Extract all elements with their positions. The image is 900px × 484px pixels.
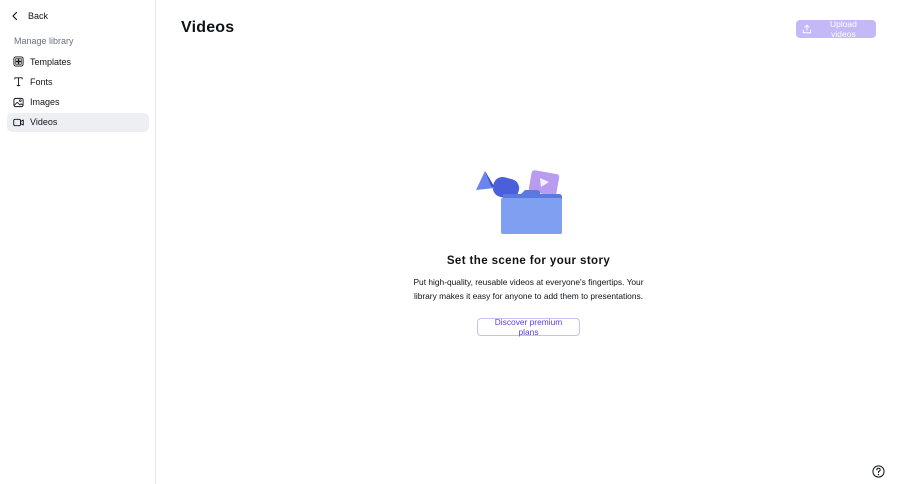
empty-state-description: Put high-quality, reusable videos at eve…	[413, 277, 644, 301]
sidebar-item-label: Videos	[30, 117, 58, 128]
folder-illustration	[501, 190, 562, 234]
main-content: Videos Upload videos Set the scene for y…	[157, 0, 900, 484]
help-icon[interactable]	[872, 465, 885, 478]
chevron-left-icon	[12, 11, 18, 21]
back-label: Back	[28, 11, 49, 21]
page-title: Videos	[181, 19, 235, 36]
video-folder-illustration	[476, 170, 562, 234]
sidebar-item-images[interactable]: Images	[7, 93, 149, 112]
templates-icon	[13, 56, 24, 67]
sidebar-item-templates[interactable]: Templates	[7, 52, 149, 71]
upload-videos-button[interactable]: Upload videos	[796, 19, 876, 39]
sidebar-item-label: Fonts	[30, 76, 53, 87]
sidebar-item-label: Images	[30, 97, 60, 108]
sidebar-item-fonts[interactable]: Fonts	[7, 72, 149, 91]
discover-premium-plans-button[interactable]: Discover premium plans	[477, 317, 580, 337]
upload-icon	[802, 24, 812, 34]
back-button[interactable]: Back	[10, 7, 48, 25]
sidebar: Back Manage library Templates Fonts Imag…	[0, 0, 156, 484]
library-nav: Templates Fonts Images Videos	[7, 52, 149, 133]
sidebar-item-label: Templates	[30, 56, 72, 67]
video-icon	[13, 118, 24, 127]
section-label: Manage library	[14, 36, 74, 46]
empty-state-title: Set the scene for your story	[446, 255, 611, 267]
upload-videos-label: Upload videos	[829, 19, 857, 39]
image-icon	[13, 97, 24, 107]
sidebar-item-videos[interactable]: Videos	[7, 112, 149, 132]
cta-label: Discover premium plans	[494, 317, 563, 337]
fonts-icon	[14, 77, 23, 87]
